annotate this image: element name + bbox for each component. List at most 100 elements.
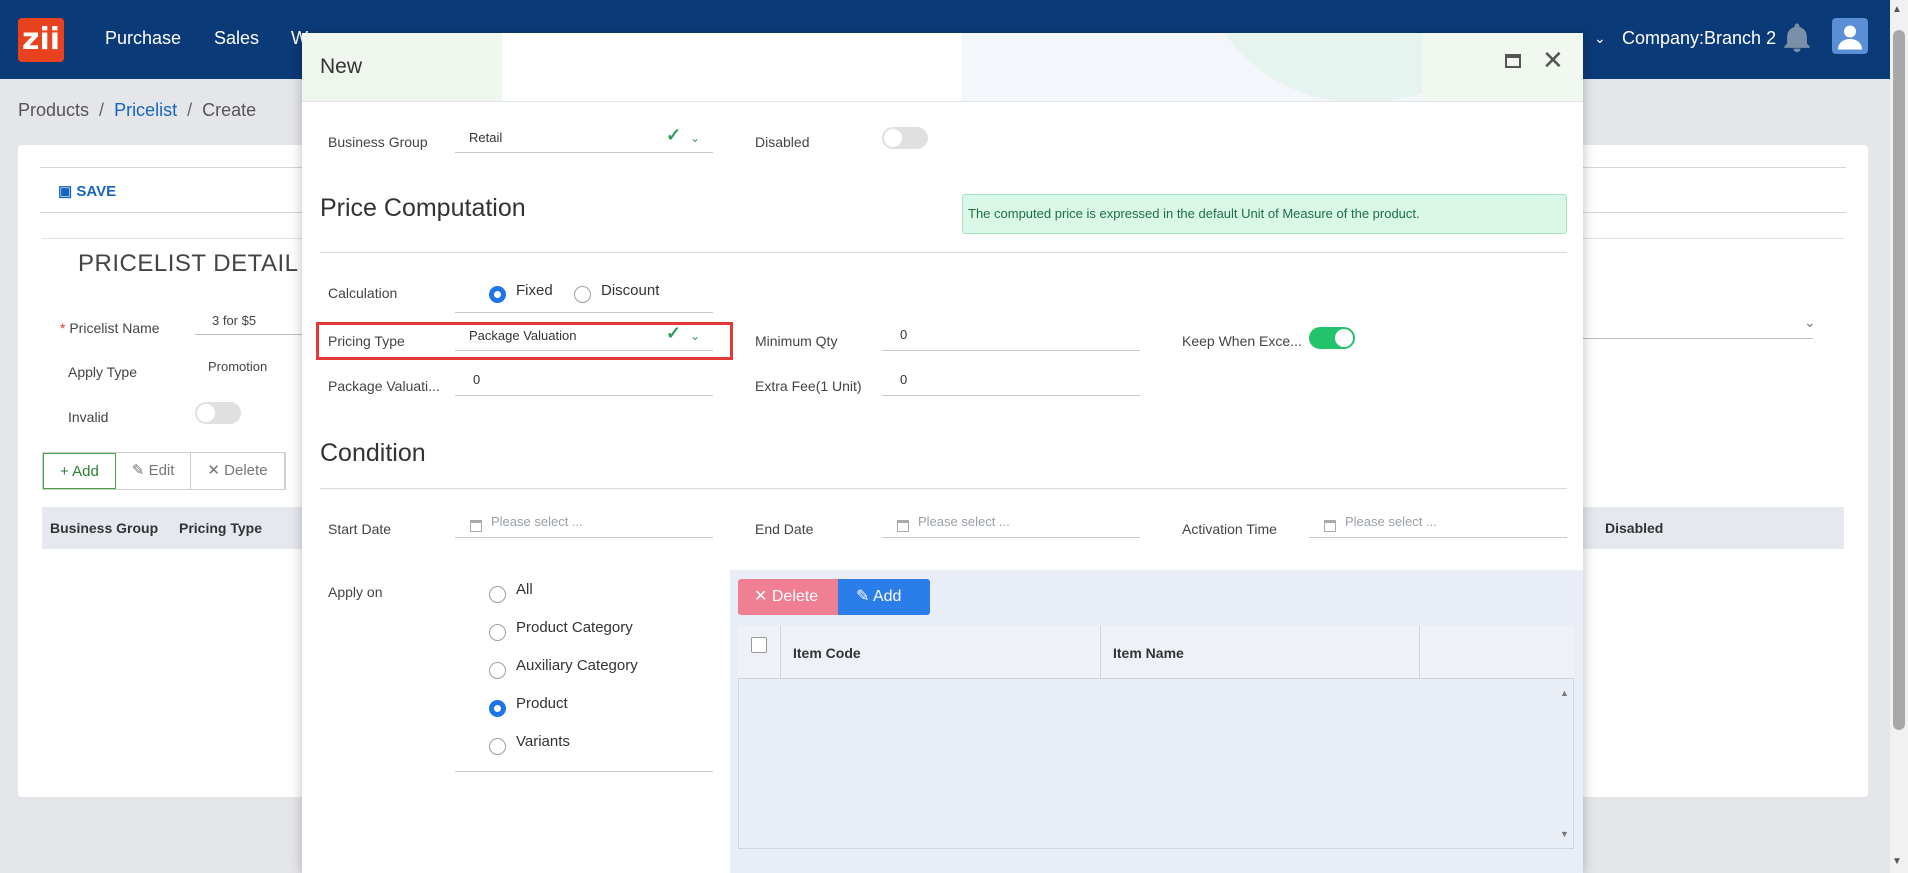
chevron-down-icon[interactable]: ⌄ xyxy=(1804,314,1816,331)
activation-time-input[interactable]: Please select ... xyxy=(1345,514,1437,529)
minimum-qty-input[interactable]: 0 xyxy=(900,327,907,342)
grid-delete-button[interactable]: ✕ Delete xyxy=(738,579,838,615)
pricelist-name-field[interactable]: 3 for $5 xyxy=(212,313,256,328)
disabled-label: Disabled xyxy=(755,134,810,150)
breadcrumb-pricelist[interactable]: Pricelist xyxy=(114,100,177,120)
calendar-icon xyxy=(1324,520,1336,532)
radio-apply-auxiliary-category[interactable] xyxy=(489,662,506,679)
package-valuation-input[interactable]: 0 xyxy=(473,372,480,387)
info-message: The computed price is expressed in the d… xyxy=(962,194,1567,234)
pricelist-detail-title: PRICELIST DETAIL xyxy=(78,250,299,277)
user-avatar[interactable] xyxy=(1832,18,1868,54)
radio-apply-all-label[interactable]: All xyxy=(516,581,533,598)
keep-when-exceed-toggle[interactable] xyxy=(1309,327,1355,349)
section-divider xyxy=(320,488,1567,489)
field-underline xyxy=(1583,338,1813,339)
breadcrumb-products[interactable]: Products xyxy=(18,100,89,120)
column-disabled[interactable]: Disabled xyxy=(1605,520,1663,536)
field-underline xyxy=(455,537,713,538)
field-underline xyxy=(882,537,1140,538)
save-icon: ▣ xyxy=(58,183,77,200)
company-selector[interactable]: Company:Branch 2 xyxy=(1622,28,1776,49)
radio-apply-all[interactable] xyxy=(489,586,506,603)
apply-type-label: Apply Type xyxy=(68,364,138,380)
column-pricing-type[interactable]: Pricing Type xyxy=(179,520,262,536)
apply-type-field[interactable]: Promotion xyxy=(208,359,267,374)
grid-toolbar: + Add ✎ Edit ✕ Delete xyxy=(42,452,286,490)
pricing-type-select[interactable]: Package Valuation xyxy=(469,328,576,343)
package-valuation-label: Package Valuati... xyxy=(328,378,440,394)
header-decoration xyxy=(502,33,962,101)
column-divider xyxy=(780,626,781,679)
condition-title: Condition xyxy=(320,439,426,467)
field-underline xyxy=(455,312,713,313)
minimum-qty-label: Minimum Qty xyxy=(755,333,838,349)
radio-discount[interactable] xyxy=(574,286,591,303)
end-date-label: End Date xyxy=(755,521,814,537)
field-underline xyxy=(1309,537,1567,538)
bell-icon[interactable] xyxy=(1780,20,1814,56)
radio-fixed[interactable] xyxy=(489,286,506,303)
field-underline xyxy=(882,350,1140,351)
section-divider xyxy=(320,252,1567,253)
field-underline xyxy=(455,771,713,772)
radio-apply-product-category-label[interactable]: Product Category xyxy=(516,619,633,636)
start-date-input[interactable]: Please select ... xyxy=(491,514,583,529)
select-all-checkbox[interactable] xyxy=(751,637,767,653)
close-icon[interactable]: ✕ xyxy=(1542,47,1564,73)
end-date-input[interactable]: Please select ... xyxy=(918,514,1010,529)
modal-title: New xyxy=(320,55,363,78)
radio-apply-variants[interactable] xyxy=(489,738,506,755)
radio-apply-product-category[interactable] xyxy=(489,624,506,641)
price-computation-title: Price Computation xyxy=(320,194,526,222)
nav-sales[interactable]: Sales xyxy=(214,28,259,49)
column-item-code[interactable]: Item Code xyxy=(793,645,861,661)
chevron-down-icon[interactable]: ⌄ xyxy=(690,329,700,343)
activation-time-label: Activation Time xyxy=(1182,521,1277,537)
delete-button[interactable]: ✕ Delete xyxy=(191,453,285,489)
chevron-down-icon[interactable]: ⌄ xyxy=(1594,30,1606,47)
add-button[interactable]: + Add xyxy=(43,453,116,489)
radio-discount-label[interactable]: Discount xyxy=(601,282,659,299)
new-pricelist-modal: New ✕ Business Group Retail ✓ ⌄ Disabled… xyxy=(302,33,1583,873)
field-underline xyxy=(455,152,713,153)
business-group-select[interactable]: Retail xyxy=(469,130,502,145)
radio-apply-variants-label[interactable]: Variants xyxy=(516,733,570,750)
check-icon: ✓ xyxy=(666,323,682,343)
radio-apply-auxiliary-category-label[interactable]: Auxiliary Category xyxy=(516,657,638,674)
column-divider xyxy=(1419,626,1420,679)
disabled-toggle[interactable] xyxy=(882,127,928,149)
extra-fee-input[interactable]: 0 xyxy=(900,372,907,387)
save-button[interactable]: ▣ SAVE xyxy=(58,182,116,200)
calendar-icon xyxy=(470,520,482,532)
pricelist-name-label: * Pricelist Name xyxy=(60,320,160,336)
invalid-toggle[interactable] xyxy=(195,402,241,424)
nav-purchase[interactable]: Purchase xyxy=(105,28,181,49)
pricing-type-label: Pricing Type xyxy=(328,333,405,349)
check-icon: ✓ xyxy=(666,125,682,145)
breadcrumb-create: Create xyxy=(202,100,257,120)
radio-apply-product[interactable] xyxy=(489,700,506,717)
edit-button[interactable]: ✎ Edit xyxy=(116,453,192,489)
scrollbar-thumb[interactable] xyxy=(1893,30,1905,730)
column-item-name[interactable]: Item Name xyxy=(1113,645,1184,661)
calendar-icon xyxy=(897,520,909,532)
radio-fixed-label[interactable]: Fixed xyxy=(516,282,553,299)
column-divider xyxy=(1100,626,1101,679)
field-underline xyxy=(195,334,303,335)
radio-apply-product-label[interactable]: Product xyxy=(516,695,568,712)
start-date-label: Start Date xyxy=(328,521,392,537)
scroll-down-icon[interactable]: ▼ xyxy=(1892,856,1902,867)
column-business-group[interactable]: Business Group xyxy=(50,520,158,536)
scroll-up-icon[interactable]: ▲ xyxy=(1892,4,1902,15)
app-logo[interactable]: zii xyxy=(18,18,64,62)
keep-when-exceed-label: Keep When Exce... xyxy=(1182,333,1302,349)
grid-add-button[interactable]: ✎ Add xyxy=(838,579,930,615)
maximize-icon[interactable] xyxy=(1505,54,1521,68)
table-scroll-up-icon[interactable]: ▲ xyxy=(1560,688,1569,698)
invalid-label: Invalid xyxy=(68,409,109,425)
modal-header: New ✕ xyxy=(302,33,1583,102)
chevron-down-icon[interactable]: ⌄ xyxy=(690,131,700,145)
calculation-label: Calculation xyxy=(328,285,398,301)
table-scroll-down-icon[interactable]: ▼ xyxy=(1560,829,1569,839)
